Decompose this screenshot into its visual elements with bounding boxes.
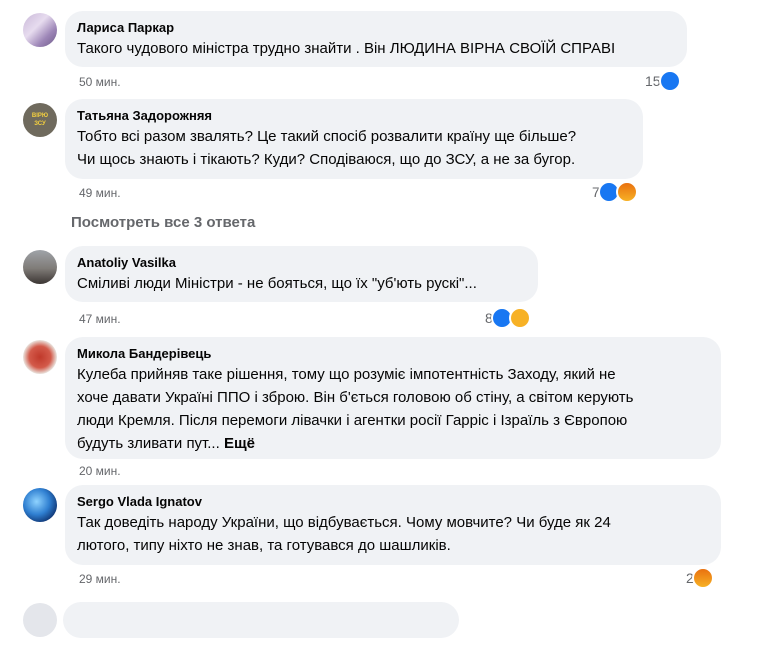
comment-text-line: Тобто всі разом звалять? Це такий спосіб… — [77, 128, 577, 145]
comment-bubble: Микола Бандерівець Кулеба прийняв таке р… — [65, 337, 721, 459]
reaction-summary[interactable]: 7 — [592, 181, 638, 203]
comment-timestamp[interactable]: 49 мин. — [79, 186, 121, 200]
comment-bubble: Татьяна Задорожняя Тобто всі разом зваля… — [65, 99, 643, 179]
comment-timestamp[interactable]: 29 мин. — [79, 572, 121, 586]
view-replies-link[interactable]: Посмотреть все 3 ответа — [71, 214, 255, 231]
reaction-summary[interactable]: 8 — [485, 307, 531, 329]
avatar[interactable] — [23, 488, 57, 522]
comment-author[interactable]: Anatoliy Vasilka — [77, 254, 526, 271]
like-icon — [658, 70, 681, 92]
comment-text-line: Так доведіть народу України, що відбуває… — [77, 514, 611, 531]
comment-text-line: Кулеба прийняв таке рішення, тому що роз… — [77, 366, 616, 383]
avatar[interactable] — [23, 250, 57, 284]
angry-icon — [615, 181, 638, 203]
comment-author[interactable]: Микола Бандерівець — [77, 345, 709, 362]
comment-timestamp[interactable]: 20 мин. — [79, 464, 121, 478]
comment-text-line: лютого, типу ніхто не знав, та готувався… — [77, 537, 451, 554]
comment-author[interactable]: Sergo Vlada Ignatov — [77, 493, 709, 510]
sad-icon — [508, 307, 531, 329]
comment-bubble: Sergo Vlada Ignatov Так доведіть народу … — [65, 485, 721, 565]
comment-text-line: Такого чудового міністра трудно знайти .… — [77, 40, 616, 57]
avatar-badge-text: ВІРЮ ЗСУ — [31, 113, 49, 127]
comment-text-line: люди Кремля. Після перемоги лівачки і аг… — [77, 412, 628, 429]
comment-text-truncated: будуть зливати пут... — [77, 435, 220, 452]
comment-bubble: Anatoliy Vasilka Сміливі люди Міністри -… — [65, 246, 538, 302]
see-more-button[interactable]: Ещё — [224, 435, 255, 452]
comment-timestamp[interactable]: 50 мин. — [79, 75, 121, 89]
comment-text-line: Чи щось знають і тікають? Куди? Сподіваю… — [77, 151, 576, 168]
comment-timestamp[interactable]: 47 мин. — [79, 312, 121, 326]
comment-author[interactable]: Татьяна Задорожняя — [77, 107, 631, 124]
comment-text-line: хоче давати Україні ППО і зброю. Він б'є… — [77, 389, 634, 406]
reaction-summary[interactable]: 2 — [686, 567, 714, 589]
avatar[interactable] — [23, 340, 57, 374]
comment-text-line: Сміливі люди Міністри - не бояться, що ї… — [77, 275, 477, 292]
current-user-avatar — [23, 603, 57, 637]
comment-input[interactable] — [63, 602, 459, 638]
comment-author[interactable]: Лариса Паркар — [77, 19, 675, 36]
avatar[interactable]: ВІРЮ ЗСУ — [23, 103, 57, 137]
comment-bubble: Лариса Паркар Такого чудового міністра т… — [65, 11, 687, 67]
angry-icon — [691, 567, 714, 589]
comment-text-line: будуть зливати пут... Ещё — [77, 432, 709, 455]
avatar[interactable] — [23, 13, 57, 47]
reaction-summary[interactable]: 15 — [645, 70, 681, 92]
